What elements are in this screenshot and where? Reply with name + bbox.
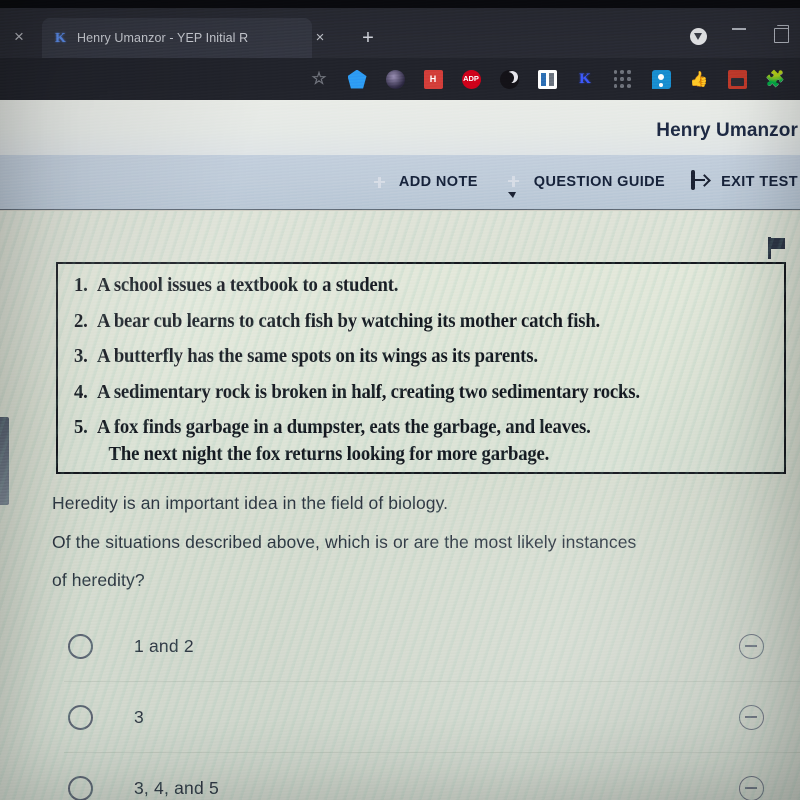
answer-radio-button[interactable] <box>68 634 93 659</box>
list-item: 1. A school issues a textbook to a stude… <box>74 276 740 296</box>
stimulus-text-line2: The next night the fox returns looking f… <box>108 443 550 465</box>
answer-option-label: 3 <box>134 707 144 727</box>
contact-badge-extension-icon[interactable] <box>642 63 680 95</box>
app-header: Henry Umanzor <box>0 100 800 156</box>
answer-option-row[interactable]: 1 and 2 <box>0 611 800 682</box>
answer-option-row[interactable]: 3 <box>0 682 800 753</box>
window-top-edge <box>0 0 800 8</box>
gem-extension-icon[interactable] <box>338 63 376 95</box>
thumbs-up-extension-icon[interactable]: 👍 <box>680 63 718 95</box>
stimulus-number: 3. <box>74 346 88 367</box>
extension-toolbar: ☆ H ADP K 👍 🧩 <box>0 58 800 100</box>
window-controls <box>690 25 794 48</box>
kami-extension-icon[interactable]: K <box>566 63 604 95</box>
plus-circle-icon <box>369 172 390 193</box>
window-close-button[interactable]: × <box>8 26 30 48</box>
stimulus-list: 1. A school issues a textbook to a stude… <box>74 276 768 464</box>
stimulus-number: 4. <box>74 381 88 403</box>
tab-title: Henry Umanzor - YEP Initial R <box>77 31 249 45</box>
new-tab-button[interactable]: + <box>356 26 380 50</box>
exit-test-button[interactable]: EXIT TEST <box>691 169 800 193</box>
stimulus-number: 2. <box>74 310 88 332</box>
adp-extension-icon[interactable]: ADP <box>452 63 490 95</box>
extension-icon-row: ☆ H ADP K 👍 🧩 <box>300 63 794 95</box>
question-line: Of the situations described above, which… <box>52 531 637 552</box>
bookmark-star-icon[interactable]: ☆ <box>300 63 338 95</box>
tab-favicon-icon: K <box>55 30 66 46</box>
stimulus-text: A school issues a textbook to a student. <box>97 275 399 296</box>
exit-arrow-icon <box>691 169 712 193</box>
restore-window-button[interactable] <box>774 25 794 48</box>
flag-question-icon[interactable] <box>768 237 786 259</box>
tab-close-icon[interactable]: × <box>310 28 330 48</box>
stimulus-box: 1. A school issues a textbook to a stude… <box>56 262 786 474</box>
answer-option-row[interactable]: 3, 4, and 5 <box>0 753 800 800</box>
answer-radio-button[interactable] <box>68 776 93 800</box>
test-action-bar: ADD NOTE QUESTION GUIDE EXIT TEST <box>0 155 800 210</box>
list-item: 5. A fox finds garbage in a dumpster, ea… <box>74 418 740 464</box>
bars-extension-icon[interactable] <box>528 63 566 95</box>
list-item: 2. A bear cub learns to catch fish by wa… <box>74 310 740 332</box>
add-note-label: ADD NOTE <box>398 174 478 190</box>
puzzle-extensions-icon[interactable]: 🧩 <box>756 63 794 95</box>
question-line: Heredity is an important idea in the fie… <box>52 493 449 513</box>
grid-apps-icon[interactable] <box>604 63 642 95</box>
answer-options-list: 1 and 2 3 3, 4, and 5 <box>0 611 800 800</box>
browser-chrome: × K Henry Umanzor - YEP Initial R × + ☆ … <box>0 0 800 100</box>
stimulus-text: A butterfly has the same spots on its wi… <box>97 346 538 367</box>
crescent-extension-icon[interactable] <box>490 63 528 95</box>
eliminate-answer-icon[interactable] <box>739 776 764 800</box>
stimulus-text: A fox finds garbage in a dumpster, eats … <box>97 418 740 464</box>
page-scroll-rail[interactable] <box>0 417 9 505</box>
screenshot-root: × K Henry Umanzor - YEP Initial R × + ☆ … <box>0 0 800 800</box>
photo-extension-icon[interactable] <box>718 63 756 95</box>
dark-orb-extension-icon[interactable] <box>376 63 414 95</box>
question-content-area: 1. A school issues a textbook to a stude… <box>0 211 800 800</box>
exit-test-label: EXIT TEST <box>721 174 798 190</box>
answer-radio-button[interactable] <box>68 705 93 730</box>
eliminate-answer-icon[interactable] <box>739 705 764 730</box>
profile-avatar-icon[interactable] <box>690 28 710 48</box>
stimulus-text: A sedimentary rock is broken in half, cr… <box>97 381 640 403</box>
eliminate-answer-icon[interactable] <box>739 634 764 659</box>
question-guide-label: QUESTION GUIDE <box>533 174 666 190</box>
list-item: 3. A butterfly has the same spots on its… <box>74 347 740 367</box>
add-note-button[interactable]: ADD NOTE <box>369 172 478 193</box>
guide-bubble-icon <box>504 172 525 193</box>
list-item: 4. A sedimentary rock is broken in half,… <box>74 381 740 403</box>
user-name-label: Henry Umanzor <box>656 120 798 141</box>
minimize-button[interactable] <box>732 28 752 48</box>
stimulus-text: A bear cub learns to catch fish by watch… <box>97 310 601 332</box>
honey-extension-icon[interactable]: H <box>414 63 452 95</box>
browser-tab[interactable]: K Henry Umanzor - YEP Initial R <box>42 18 312 58</box>
question-line: of heredity? <box>52 570 145 590</box>
tab-strip: × K Henry Umanzor - YEP Initial R × + <box>0 8 800 58</box>
answer-option-label: 1 and 2 <box>134 636 194 656</box>
question-prompt: Heredity is an important idea in the fie… <box>52 493 792 611</box>
question-guide-button[interactable]: QUESTION GUIDE <box>504 172 665 193</box>
stimulus-number: 1. <box>74 275 88 296</box>
stimulus-text-line1: A fox finds garbage in a dumpster, eats … <box>97 417 591 438</box>
stimulus-number: 5. <box>74 417 88 438</box>
answer-option-label: 3, 4, and 5 <box>134 778 219 798</box>
